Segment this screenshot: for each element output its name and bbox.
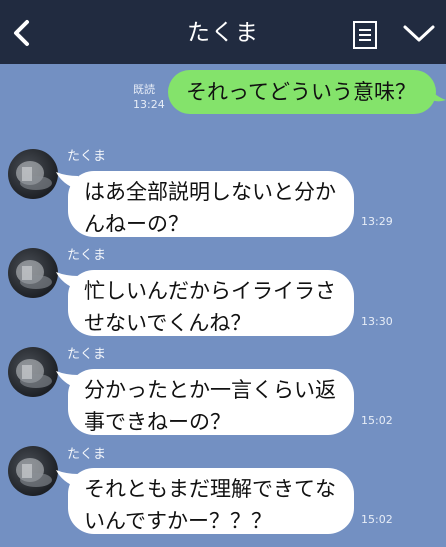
sender-name: たくま — [67, 248, 107, 263]
avatar-photo — [16, 458, 52, 487]
read-receipt: 既読 — [133, 83, 155, 96]
avatar[interactable] — [8, 248, 58, 298]
chevron-down-icon — [403, 25, 435, 42]
avatar[interactable] — [8, 347, 58, 397]
notes-button[interactable] — [352, 20, 380, 50]
sent-bubble-tail — [426, 84, 446, 102]
message-time: 13:30 — [361, 315, 393, 328]
menu-button[interactable] — [402, 22, 436, 46]
message-line: 忙しいんだからイライラさ — [84, 279, 336, 303]
sent-message-text: それってどういう意味？ — [186, 80, 416, 104]
sent-message-bubble[interactable]: それってどういう意味？ — [168, 70, 436, 114]
message-line: それともまだ理解できてな — [84, 477, 336, 501]
received-message-bubble[interactable]: 分かったとか一言くらい返 事できねーの？ — [68, 369, 354, 435]
sender-name: たくま — [67, 447, 107, 462]
sent-message-time: 13:24 — [133, 98, 165, 111]
sender-name: たくま — [67, 149, 107, 164]
message-line: せないでくんね？ — [84, 311, 252, 335]
message-line: んねーの？ — [84, 212, 189, 236]
avatar[interactable] — [8, 446, 58, 496]
avatar-photo — [16, 260, 52, 289]
message-line: 分かったとか一言くらい返 — [84, 378, 336, 402]
notes-icon — [353, 21, 377, 49]
received-message-bubble[interactable]: それともまだ理解できてな いんですかー？？？ — [68, 468, 354, 534]
message-line: はあ全部説明しないと分か — [84, 180, 336, 204]
avatar-photo — [16, 359, 52, 388]
message-time: 15:02 — [361, 414, 393, 427]
avatar[interactable] — [8, 149, 58, 199]
chat-header: たくま — [0, 0, 446, 64]
message-time: 15:02 — [361, 513, 393, 526]
message-time: 13:29 — [361, 215, 393, 228]
message-line: いんですかー？？？ — [84, 509, 272, 533]
sender-name: たくま — [67, 347, 107, 362]
message-line: 事できねーの？ — [84, 410, 231, 434]
received-message-bubble[interactable]: 忙しいんだからイライラさ せないでくんね？ — [68, 270, 354, 336]
avatar-photo — [16, 161, 52, 190]
received-message-bubble[interactable]: はあ全部説明しないと分か んねーの？ — [68, 171, 354, 237]
